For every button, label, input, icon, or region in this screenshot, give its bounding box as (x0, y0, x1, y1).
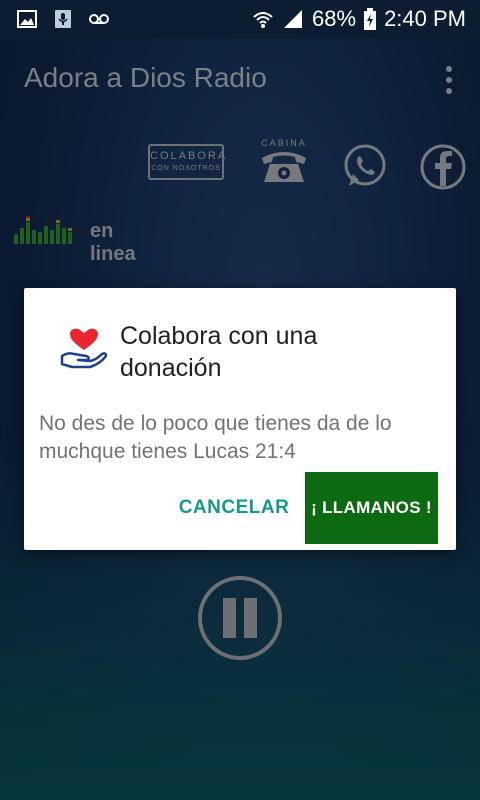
call-us-button[interactable]: ¡ LLAMANOS ! (305, 472, 438, 544)
app-screen: 68% 2:40 PM Adora a Dios Radio COLABORA … (0, 0, 480, 800)
status-bar: 68% 2:40 PM (0, 0, 480, 38)
clock: 2:40 PM (384, 6, 466, 31)
mic-download-icon (55, 10, 71, 28)
donation-dialog: Colabora con una donación No des de lo p… (24, 288, 456, 550)
wifi-icon (253, 12, 273, 28)
cancel-button[interactable]: CANCELAR (174, 472, 294, 544)
voicemail-icon (89, 14, 109, 24)
dialog-message: No des de lo poco que tienes da de lo mu… (39, 412, 392, 463)
battery-percent: 68% (312, 6, 357, 31)
dialog-title: Colabora con una donación (120, 322, 318, 382)
status-right: 68% 2:40 PM (252, 6, 466, 32)
heart-hand-icon (60, 328, 108, 369)
battery-charging-icon (364, 8, 377, 30)
status-left-icons (16, 8, 110, 30)
signal-icon (284, 10, 303, 28)
image-icon (17, 10, 37, 28)
